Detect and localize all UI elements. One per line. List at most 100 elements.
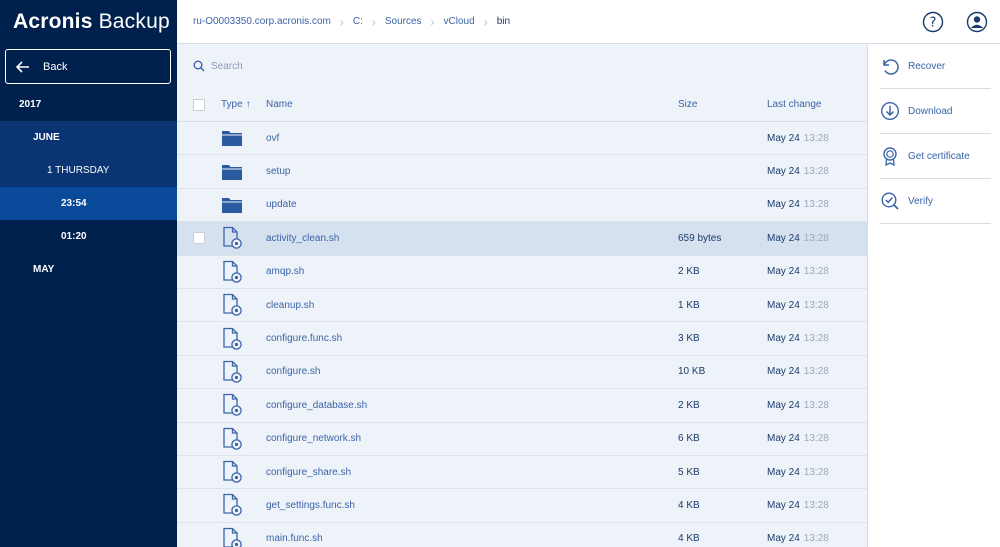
row-time: 13:28 bbox=[803, 399, 829, 411]
action-label: Download bbox=[908, 105, 953, 117]
script-file-icon bbox=[223, 460, 242, 483]
verify-icon bbox=[881, 192, 899, 210]
row-time: 13:28 bbox=[803, 333, 829, 345]
breadcrumb-item[interactable]: Sources bbox=[385, 16, 422, 27]
folder-icon bbox=[222, 164, 242, 180]
type-column-header[interactable]: Type ↑ bbox=[221, 99, 251, 110]
table-row[interactable]: configure_share.sh 5 KB May 24 13:28 bbox=[177, 456, 867, 490]
table-row[interactable]: configure.func.sh 3 KB May 24 13:28 bbox=[177, 322, 867, 356]
back-button[interactable]: Back bbox=[5, 49, 171, 84]
breadcrumb: ru-O0003350.corp.acronis.com › C: › Sources ›… bbox=[193, 15, 510, 29]
table-row[interactable]: amqp.sh 2 KB May 24 13:28 bbox=[177, 256, 867, 289]
row-name[interactable]: main.func.sh bbox=[266, 533, 323, 544]
table-row[interactable]: main.func.sh 4 KB May 24 13:28 bbox=[177, 523, 867, 547]
row-name[interactable]: ovf bbox=[266, 133, 279, 144]
brand-name-bold: Acronis bbox=[13, 10, 93, 33]
chevron-right-icon: › bbox=[430, 14, 435, 29]
svg-text:?: ? bbox=[930, 16, 937, 31]
row-type bbox=[221, 260, 243, 284]
row-name[interactable]: configure_share.sh bbox=[266, 467, 351, 478]
chevron-right-icon: › bbox=[339, 14, 344, 29]
row-name[interactable]: setup bbox=[266, 166, 290, 177]
row-name[interactable]: configure.func.sh bbox=[266, 333, 342, 344]
script-file-icon bbox=[223, 527, 242, 547]
row-size: 5 KB bbox=[678, 466, 700, 478]
script-file-icon bbox=[223, 260, 242, 283]
row-date: May 24 bbox=[767, 499, 800, 511]
tree-item[interactable]: MAY bbox=[0, 253, 177, 286]
row-type bbox=[221, 129, 243, 147]
row-name[interactable]: get_settings.func.sh bbox=[266, 500, 355, 511]
row-checkbox[interactable] bbox=[193, 232, 205, 245]
arrow-left-icon bbox=[16, 60, 29, 73]
table-row[interactable]: configure_network.sh 6 KB May 24 13:28 bbox=[177, 423, 867, 456]
verify-action[interactable]: Verify bbox=[880, 179, 991, 224]
row-type bbox=[221, 527, 243, 547]
actions-panel: Recover Download Get certificate Verify bbox=[867, 44, 1000, 547]
row-name[interactable]: configure.sh bbox=[266, 366, 320, 377]
row-name[interactable]: cleanup.sh bbox=[266, 300, 314, 311]
tree-item[interactable]: 2017 bbox=[0, 88, 177, 121]
search-icon bbox=[193, 60, 205, 72]
row-last-change: May 24 13:28 bbox=[767, 400, 829, 411]
tree-item[interactable]: 23:54 bbox=[0, 187, 177, 220]
table-row[interactable]: setup May 24 13:28 bbox=[177, 155, 867, 189]
get-certificate-action[interactable]: Get certificate bbox=[880, 134, 991, 179]
table-row[interactable]: ovf May 24 13:28 bbox=[177, 122, 867, 156]
row-name[interactable]: configure_database.sh bbox=[266, 400, 367, 411]
chevron-right-icon: › bbox=[483, 14, 488, 29]
table-row[interactable]: configure_database.sh 2 KB May 24 13:28 bbox=[177, 389, 867, 423]
tree-item-label: MAY bbox=[33, 264, 55, 275]
account-icon[interactable] bbox=[966, 11, 988, 33]
row-last-change: May 24 13:28 bbox=[767, 366, 829, 377]
row-name[interactable]: activity_clean.sh bbox=[266, 233, 339, 244]
row-type bbox=[221, 226, 243, 250]
table-row[interactable]: get_settings.func.sh 4 KB May 24 13:28 bbox=[177, 489, 867, 523]
action-label: Recover bbox=[908, 60, 946, 72]
row-size: 4 KB bbox=[678, 533, 700, 545]
search-input[interactable]: Search bbox=[211, 61, 243, 72]
select-all-checkbox[interactable] bbox=[193, 98, 205, 111]
row-last-change: May 24 13:28 bbox=[767, 133, 829, 144]
row-last-change: May 24 13:28 bbox=[767, 500, 829, 511]
breadcrumb-item[interactable]: vCloud bbox=[444, 16, 475, 27]
row-name[interactable]: update bbox=[266, 199, 297, 210]
table-row[interactable]: activity_clean.sh 659 bytes May 24 13:28 bbox=[177, 222, 867, 256]
row-date: May 24 bbox=[767, 466, 800, 478]
brand-logo: Acronis Backup bbox=[0, 0, 177, 44]
tree-item[interactable]: 01:20 bbox=[0, 220, 177, 253]
tree-item[interactable]: JUNE bbox=[0, 121, 177, 154]
row-name[interactable]: amqp.sh bbox=[266, 266, 304, 277]
script-file-icon bbox=[223, 427, 242, 450]
tree-item-label: 1 THURSDAY bbox=[47, 165, 110, 176]
script-file-icon bbox=[223, 494, 242, 517]
table-row[interactable]: update May 24 13:28 bbox=[177, 189, 867, 223]
name-column-header[interactable]: Name bbox=[266, 99, 293, 110]
row-last-change: May 24 13:28 bbox=[767, 266, 829, 277]
table-row[interactable]: cleanup.sh 1 KB May 24 13:28 bbox=[177, 289, 867, 323]
table-row[interactable]: configure.sh 10 KB May 24 13:28 bbox=[177, 356, 867, 390]
help-icon[interactable]: ? bbox=[922, 11, 944, 33]
breadcrumb-item[interactable]: C: bbox=[353, 16, 363, 27]
recover-icon bbox=[883, 59, 899, 75]
breadcrumb-item[interactable]: ru-O0003350.corp.acronis.com bbox=[193, 16, 331, 27]
row-size: 2 KB bbox=[678, 266, 700, 278]
action-label: Verify bbox=[908, 195, 934, 207]
table-body: ovf May 24 13:28 setup May 24 13:28 update May … bbox=[177, 122, 867, 547]
last-change-column-header[interactable]: Last change bbox=[767, 99, 822, 110]
download-action[interactable]: Download bbox=[880, 89, 991, 134]
row-type bbox=[221, 163, 243, 181]
script-file-icon bbox=[223, 293, 242, 316]
row-type bbox=[221, 393, 243, 417]
row-time: 13:28 bbox=[803, 366, 829, 378]
file-list-panel: Search Type ↑ Name Size Last change ovf M… bbox=[177, 44, 867, 547]
row-type bbox=[221, 196, 243, 214]
script-file-icon bbox=[223, 327, 242, 350]
row-type bbox=[221, 427, 243, 451]
search-bar[interactable]: Search bbox=[177, 44, 867, 88]
row-date: May 24 bbox=[767, 333, 800, 345]
size-column-header[interactable]: Size bbox=[678, 99, 697, 110]
row-name[interactable]: configure_network.sh bbox=[266, 433, 361, 444]
recover-action[interactable]: Recover bbox=[880, 44, 991, 89]
tree-item[interactable]: 1 THURSDAY bbox=[0, 154, 177, 187]
